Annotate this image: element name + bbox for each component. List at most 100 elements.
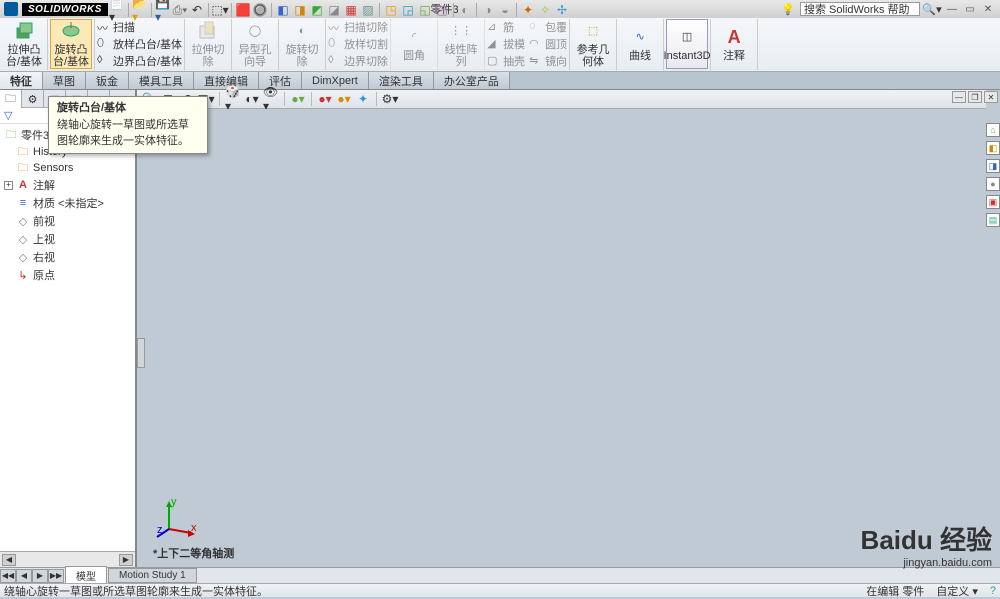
qat-cube4-icon[interactable]: ◰: [434, 2, 450, 18]
tab-office[interactable]: 办公室产品: [434, 72, 510, 89]
view-decal-icon[interactable]: ●▾: [336, 91, 352, 107]
cut-loft-button[interactable]: ⬯放样切割: [328, 36, 388, 52]
view-scene-icon[interactable]: ●▾: [290, 91, 306, 107]
draft-button[interactable]: ◢拔模: [487, 36, 525, 52]
taskpane-design-icon[interactable]: ◧: [986, 141, 1000, 155]
tab-features[interactable]: 特征: [0, 72, 43, 89]
tree-top-plane[interactable]: ◇上视: [2, 230, 133, 248]
tree-front-plane[interactable]: ◇前视: [2, 212, 133, 230]
qat-undo-icon[interactable]: ↶: [189, 2, 205, 18]
rib-button[interactable]: ⊿筋: [487, 19, 525, 35]
view-orient-icon[interactable]: 🎲▾: [225, 91, 241, 107]
qat-shade1-icon[interactable]: ◐: [457, 2, 473, 18]
tree-annotations[interactable]: +A注解: [2, 176, 133, 194]
tree-scrollbar[interactable]: ◀ ▶: [0, 551, 135, 567]
help-bulb-icon[interactable]: 💡: [781, 3, 795, 16]
taskpane-appearance-icon[interactable]: ●: [986, 177, 1000, 191]
scroll-left-button[interactable]: ◀: [2, 554, 16, 566]
qat-select-icon[interactable]: ⬚▾: [212, 2, 228, 18]
tree-material[interactable]: ≡材质 <未指定>: [2, 194, 133, 212]
side-tab-property[interactable]: ⚙: [22, 90, 44, 108]
bottom-tab-motion[interactable]: Motion Study 1: [108, 568, 197, 583]
view-hide-icon[interactable]: 👁▾: [263, 91, 279, 107]
doc-close-button[interactable]: ✕: [984, 91, 998, 103]
cut-sweep-button[interactable]: 〰扫描切除: [328, 19, 388, 35]
bottom-next2-button[interactable]: ▶▶: [48, 569, 64, 583]
taskpane-home-icon[interactable]: ⌂: [986, 123, 1000, 137]
curves-button[interactable]: ∿曲线: [619, 19, 661, 69]
view-settings-icon[interactable]: ⚙▾: [382, 91, 398, 107]
scroll-right-button[interactable]: ▶: [119, 554, 133, 566]
search-input[interactable]: 搜索 SolidWorks 帮助: [800, 2, 920, 16]
taskpane-more-icon[interactable]: ▤: [986, 213, 1000, 227]
qat-new-icon[interactable]: 📄▾: [109, 2, 125, 18]
view-display-icon[interactable]: ◐▾: [244, 91, 260, 107]
bottom-prev-button[interactable]: ◀◀: [0, 569, 16, 583]
graphics-viewport[interactable]: y x z *上下二等角轴测: [137, 109, 986, 567]
qat-rebuild-icon[interactable]: 🟥: [235, 2, 251, 18]
tree-origin[interactable]: ↳原点: [2, 266, 133, 284]
loft-button[interactable]: ⬯放样凸台/基体: [97, 36, 182, 52]
view-appearance-icon[interactable]: ●▾: [317, 91, 333, 107]
bottom-next-button[interactable]: ▶: [32, 569, 48, 583]
qat-cube2-icon[interactable]: ◲: [400, 2, 416, 18]
taskpane-custom-icon[interactable]: ▣: [986, 195, 1000, 209]
view-lights-icon[interactable]: ✦: [355, 91, 371, 107]
qat-misc2-icon[interactable]: ✧: [537, 2, 553, 18]
wrap-button[interactable]: ◌包覆: [529, 19, 567, 35]
tab-mold[interactable]: 模具工具: [129, 72, 194, 89]
fillet-button[interactable]: ◜圆角: [393, 19, 435, 69]
search-go-icon[interactable]: 🔍▾: [922, 3, 942, 16]
status-hint: 绕轴心旋转一草图或所选草图轮廓来生成一实体特征。: [4, 583, 268, 599]
hole-wizard-button[interactable]: ◯ 异型孔向导: [234, 19, 276, 69]
restore-button[interactable]: ▭: [962, 2, 978, 16]
annotate-button[interactable]: A注释: [713, 19, 755, 69]
bottom-prev2-button[interactable]: ◀: [16, 569, 32, 583]
refgeo-button[interactable]: ⬚参考几何体: [572, 19, 614, 69]
taskpane-view-icon[interactable]: ◨: [986, 159, 1000, 173]
qat-open-icon[interactable]: 📂▾: [132, 2, 148, 18]
qat-options-icon[interactable]: 🔘: [252, 2, 268, 18]
side-tab-tree[interactable]: 🗀: [0, 90, 22, 108]
tab-sketch[interactable]: 草图: [43, 72, 86, 89]
qat-shade3-icon[interactable]: ◒: [497, 2, 513, 18]
minimize-button[interactable]: —: [944, 2, 960, 16]
doc-min-button[interactable]: —: [952, 91, 966, 103]
tab-dimxpert[interactable]: DimXpert: [302, 72, 369, 89]
qat-misc1-icon[interactable]: ✦: [520, 2, 536, 18]
revolve-boss-button[interactable]: 旋转凸台/基体: [50, 19, 92, 69]
dome-button[interactable]: ◠圆顶: [529, 36, 567, 52]
qat-save-icon[interactable]: 💾▾: [155, 2, 171, 18]
shell-button[interactable]: ▢抽壳: [487, 53, 525, 69]
qat-item1-icon[interactable]: ◧: [275, 2, 291, 18]
view-triad: y x z: [157, 499, 197, 539]
tree-right-plane[interactable]: ◇右视: [2, 248, 133, 266]
doc-restore-button[interactable]: ❐: [968, 91, 982, 103]
qat-cube3-icon[interactable]: ◱: [417, 2, 433, 18]
boundary-button[interactable]: ◊边界凸台/基体: [97, 53, 182, 69]
status-custom[interactable]: 自定义 ▾: [936, 583, 978, 599]
close-button[interactable]: ✕: [980, 2, 996, 16]
qat-item3-icon[interactable]: ◩: [309, 2, 325, 18]
qat-item2-icon[interactable]: ◨: [292, 2, 308, 18]
tab-sheetmetal[interactable]: 钣金: [86, 72, 129, 89]
qat-misc3-icon[interactable]: ✢: [554, 2, 570, 18]
tab-render[interactable]: 渲染工具: [369, 72, 434, 89]
cut-extrude-button[interactable]: 拉伸切除: [187, 19, 229, 69]
qat-item6-icon[interactable]: ▨: [360, 2, 376, 18]
cut-revolve-button[interactable]: ◐ 旋转切除: [281, 19, 323, 69]
qat-item5-icon[interactable]: ▦: [343, 2, 359, 18]
qat-print-icon[interactable]: ⎙▾: [172, 2, 188, 18]
mirror-button[interactable]: ⇋镜向: [529, 53, 567, 69]
qat-cube1-icon[interactable]: ◳: [383, 2, 399, 18]
instant3d-button[interactable]: ◫Instant3D: [666, 19, 708, 69]
splitter-handle[interactable]: [137, 338, 145, 368]
cut-boundary-button[interactable]: ◊边界切除: [328, 53, 388, 69]
qat-item4-icon[interactable]: ◪: [326, 2, 342, 18]
pattern-button[interactable]: ⋮⋮线性阵列: [440, 19, 482, 69]
curves-icon: ∿: [628, 25, 652, 49]
qat-shade2-icon[interactable]: ◑: [480, 2, 496, 18]
tree-sensors[interactable]: 🗀Sensors: [2, 160, 133, 176]
status-help-icon[interactable]: ?: [990, 585, 996, 597]
extrude-boss-button[interactable]: 拉伸凸台/基体: [3, 19, 45, 69]
